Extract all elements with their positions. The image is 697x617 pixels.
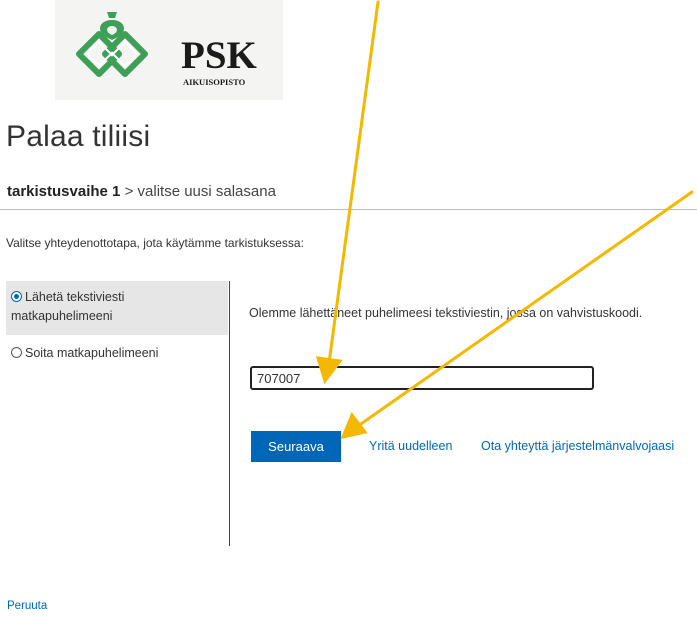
header-divider [0,209,697,210]
psk-leaf-emblem-icon [76,12,148,77]
option-call-phone[interactable]: Soita matkapuhelimeeni [6,337,228,370]
step-breadcrumb: tarkistusvaihe 1 > valitse uusi salasana [7,183,276,200]
option-call-phone-label: Soita matkapuhelimeeni [25,346,159,360]
option-send-text-label: Lähetä tekstiviesti matkapuhelimeeni [11,290,125,323]
next-step: valitse uusi salasana [137,183,276,200]
verification-code-input[interactable] [250,366,594,390]
current-step: tarkistusvaihe 1 [7,183,121,200]
logo-subtitle: AIKUISOPISTO [183,77,246,87]
step-separator: > [124,183,134,200]
radio-selected-icon[interactable] [11,291,22,302]
contact-admin-link[interactable]: Ota yhteyttä järjestelmänvalvojaasi [481,439,674,453]
next-button[interactable]: Seuraava [251,431,341,462]
arrow-to-next-button-head [340,412,368,440]
logo-name: PSK [181,34,257,77]
contact-method-instruction: Valitse yhteydenottotapa, jota käytämme … [6,236,304,250]
radio-unselected-icon[interactable] [11,347,22,358]
retry-link[interactable]: Yritä uudelleen [369,439,452,453]
option-send-text[interactable]: Lähetä tekstiviesti matkapuhelimeeni [6,281,228,335]
contact-method-options: Lähetä tekstiviesti matkapuhelimeeni Soi… [6,281,228,370]
sms-sent-message: Olemme lähettäneet puhelimeesi tekstivie… [249,306,643,320]
vertical-divider [229,281,230,546]
cancel-link[interactable]: Peruuta [7,600,47,612]
page-title: Palaa tiliisi [6,120,151,153]
psk-logo: PSK AIKUISOPISTO [55,0,283,100]
